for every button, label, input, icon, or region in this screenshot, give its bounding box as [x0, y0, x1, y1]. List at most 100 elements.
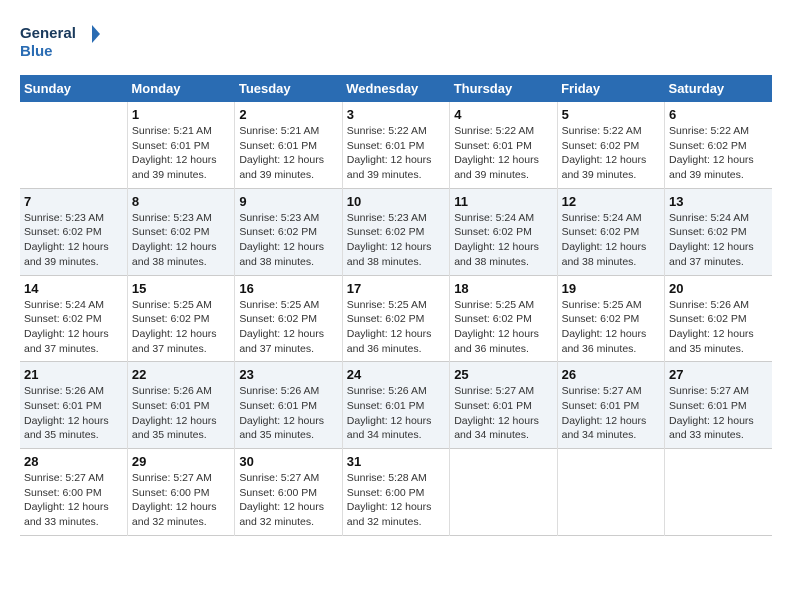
calendar-cell: 13 Sunrise: 5:24 AM Sunset: 6:02 PM Dayli… — [665, 188, 772, 275]
day-info: Sunrise: 5:27 AM Sunset: 6:00 PM Dayligh… — [132, 471, 230, 530]
calendar-cell: 17 Sunrise: 5:25 AM Sunset: 6:02 PM Dayli… — [342, 275, 449, 362]
svg-text:General: General — [20, 25, 76, 42]
day-info: Sunrise: 5:21 AM Sunset: 6:01 PM Dayligh… — [239, 124, 337, 183]
calendar-cell: 31 Sunrise: 5:28 AM Sunset: 6:00 PM Dayli… — [342, 449, 449, 536]
day-number: 1 — [132, 107, 230, 122]
day-number: 11 — [454, 194, 552, 209]
calendar-cell: 10Sunrise: 5:23 AM Sunset: 6:02 PM Dayli… — [342, 188, 449, 275]
day-number: 18 — [454, 281, 552, 296]
calendar-cell: 11 Sunrise: 5:24 AM Sunset: 6:02 PM Dayli… — [450, 188, 557, 275]
calendar-cell: 23Sunrise: 5:26 AM Sunset: 6:01 PM Dayli… — [235, 362, 342, 449]
svg-text:Blue: Blue — [20, 43, 53, 60]
day-info: Sunrise: 5:26 AM Sunset: 6:02 PM Dayligh… — [669, 298, 768, 357]
day-number: 9 — [239, 194, 337, 209]
day-number: 25 — [454, 367, 552, 382]
day-info: Sunrise: 5:25 AM Sunset: 6:02 PM Dayligh… — [562, 298, 660, 357]
day-number: 24 — [347, 367, 445, 382]
calendar-cell: 12 Sunrise: 5:24 AM Sunset: 6:02 PM Dayli… — [557, 188, 664, 275]
calendar-cell: 21 Sunrise: 5:26 AM Sunset: 6:01 PM Dayli… — [20, 362, 127, 449]
day-number: 14 — [24, 281, 123, 296]
day-info: Sunrise: 5:23 AM Sunset: 6:02 PM Dayligh… — [132, 211, 230, 270]
calendar-cell — [665, 449, 772, 536]
day-info: Sunrise: 5:22 AM Sunset: 6:01 PM Dayligh… — [347, 124, 445, 183]
day-info: Sunrise: 5:24 AM Sunset: 6:02 PM Dayligh… — [24, 298, 123, 357]
day-info: Sunrise: 5:23 AM Sunset: 6:02 PM Dayligh… — [24, 211, 123, 270]
week-row-5: 28 Sunrise: 5:27 AM Sunset: 6:00 PM Dayli… — [20, 449, 772, 536]
column-header-saturday: Saturday — [665, 75, 772, 102]
day-info: Sunrise: 5:26 AM Sunset: 6:01 PM Dayligh… — [24, 384, 123, 443]
day-number: 26 — [562, 367, 660, 382]
calendar-cell: 29 Sunrise: 5:27 AM Sunset: 6:00 PM Dayli… — [127, 449, 234, 536]
header-row: SundayMondayTuesdayWednesdayThursdayFrid… — [20, 75, 772, 102]
logo: General Blue — [20, 20, 100, 65]
day-info: Sunrise: 5:27 AM Sunset: 6:01 PM Dayligh… — [454, 384, 552, 443]
day-number: 15 — [132, 281, 230, 296]
column-header-sunday: Sunday — [20, 75, 127, 102]
week-row-3: 14 Sunrise: 5:24 AM Sunset: 6:02 PM Dayli… — [20, 275, 772, 362]
day-number: 12 — [562, 194, 660, 209]
day-number: 29 — [132, 454, 230, 469]
day-number: 31 — [347, 454, 445, 469]
calendar-cell: 25 Sunrise: 5:27 AM Sunset: 6:01 PM Dayli… — [450, 362, 557, 449]
calendar-cell: 15 Sunrise: 5:25 AM Sunset: 6:02 PM Dayli… — [127, 275, 234, 362]
day-info: Sunrise: 5:25 AM Sunset: 6:02 PM Dayligh… — [347, 298, 445, 357]
day-number: 30 — [239, 454, 337, 469]
day-number: 21 — [24, 367, 123, 382]
day-info: Sunrise: 5:25 AM Sunset: 6:02 PM Dayligh… — [132, 298, 230, 357]
day-info: Sunrise: 5:22 AM Sunset: 6:01 PM Dayligh… — [454, 124, 552, 183]
day-number: 23 — [239, 367, 337, 382]
calendar-cell: 5Sunrise: 5:22 AM Sunset: 6:02 PM Daylig… — [557, 102, 664, 188]
day-info: Sunrise: 5:24 AM Sunset: 6:02 PM Dayligh… — [454, 211, 552, 270]
calendar-cell: 6 Sunrise: 5:22 AM Sunset: 6:02 PM Daylig… — [665, 102, 772, 188]
calendar-cell: 18 Sunrise: 5:25 AM Sunset: 6:02 PM Dayli… — [450, 275, 557, 362]
day-number: 19 — [562, 281, 660, 296]
column-header-friday: Friday — [557, 75, 664, 102]
calendar-cell: 4Sunrise: 5:22 AM Sunset: 6:01 PM Daylig… — [450, 102, 557, 188]
calendar-cell: 7 Sunrise: 5:23 AM Sunset: 6:02 PM Daylig… — [20, 188, 127, 275]
day-number: 27 — [669, 367, 768, 382]
day-info: Sunrise: 5:26 AM Sunset: 6:01 PM Dayligh… — [347, 384, 445, 443]
day-number: 22 — [132, 367, 230, 382]
day-info: Sunrise: 5:24 AM Sunset: 6:02 PM Dayligh… — [562, 211, 660, 270]
calendar-cell: 9 Sunrise: 5:23 AM Sunset: 6:02 PM Daylig… — [235, 188, 342, 275]
calendar-cell — [557, 449, 664, 536]
logo-svg: General Blue — [20, 20, 100, 65]
day-number: 6 — [669, 107, 768, 122]
day-info: Sunrise: 5:23 AM Sunset: 6:02 PM Dayligh… — [239, 211, 337, 270]
day-info: Sunrise: 5:21 AM Sunset: 6:01 PM Dayligh… — [132, 124, 230, 183]
calendar-cell: 27 Sunrise: 5:27 AM Sunset: 6:01 PM Dayli… — [665, 362, 772, 449]
column-header-tuesday: Tuesday — [235, 75, 342, 102]
day-number: 20 — [669, 281, 768, 296]
day-info: Sunrise: 5:27 AM Sunset: 6:01 PM Dayligh… — [562, 384, 660, 443]
week-row-4: 21 Sunrise: 5:26 AM Sunset: 6:01 PM Dayli… — [20, 362, 772, 449]
calendar-cell: 14 Sunrise: 5:24 AM Sunset: 6:02 PM Dayli… — [20, 275, 127, 362]
day-number: 5 — [562, 107, 660, 122]
day-info: Sunrise: 5:25 AM Sunset: 6:02 PM Dayligh… — [239, 298, 337, 357]
day-info: Sunrise: 5:27 AM Sunset: 6:00 PM Dayligh… — [24, 471, 123, 530]
column-header-monday: Monday — [127, 75, 234, 102]
week-row-1: 1 Sunrise: 5:21 AM Sunset: 6:01 PM Daylig… — [20, 102, 772, 188]
week-row-2: 7 Sunrise: 5:23 AM Sunset: 6:02 PM Daylig… — [20, 188, 772, 275]
calendar-cell: 22Sunrise: 5:26 AM Sunset: 6:01 PM Dayli… — [127, 362, 234, 449]
day-number: 7 — [24, 194, 123, 209]
day-info: Sunrise: 5:24 AM Sunset: 6:02 PM Dayligh… — [669, 211, 768, 270]
page-header: General Blue — [20, 20, 772, 65]
calendar-cell: 30 Sunrise: 5:27 AM Sunset: 6:00 PM Dayli… — [235, 449, 342, 536]
day-number: 3 — [347, 107, 445, 122]
calendar-cell — [20, 102, 127, 188]
day-number: 8 — [132, 194, 230, 209]
calendar-cell: 24 Sunrise: 5:26 AM Sunset: 6:01 PM Dayli… — [342, 362, 449, 449]
day-info: Sunrise: 5:25 AM Sunset: 6:02 PM Dayligh… — [454, 298, 552, 357]
day-number: 13 — [669, 194, 768, 209]
day-info: Sunrise: 5:28 AM Sunset: 6:00 PM Dayligh… — [347, 471, 445, 530]
day-info: Sunrise: 5:22 AM Sunset: 6:02 PM Dayligh… — [669, 124, 768, 183]
day-number: 28 — [24, 454, 123, 469]
calendar-cell: 20 Sunrise: 5:26 AM Sunset: 6:02 PM Dayli… — [665, 275, 772, 362]
day-number: 17 — [347, 281, 445, 296]
day-info: Sunrise: 5:27 AM Sunset: 6:00 PM Dayligh… — [239, 471, 337, 530]
day-info: Sunrise: 5:27 AM Sunset: 6:01 PM Dayligh… — [669, 384, 768, 443]
calendar-cell: 2Sunrise: 5:21 AM Sunset: 6:01 PM Daylig… — [235, 102, 342, 188]
calendar-cell: 3 Sunrise: 5:22 AM Sunset: 6:01 PM Daylig… — [342, 102, 449, 188]
calendar-cell: 8 Sunrise: 5:23 AM Sunset: 6:02 PM Daylig… — [127, 188, 234, 275]
day-info: Sunrise: 5:23 AM Sunset: 6:02 PM Dayligh… — [347, 211, 445, 270]
